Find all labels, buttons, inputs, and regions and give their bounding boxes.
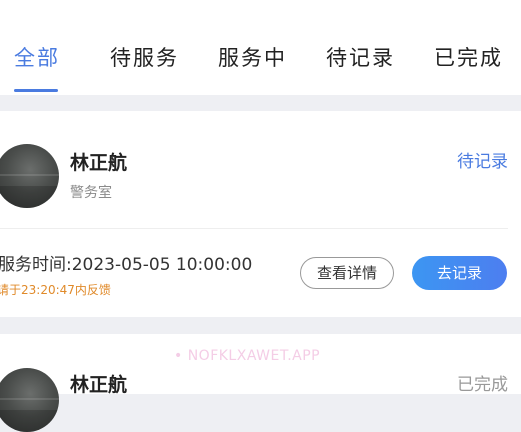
go-record-button[interactable]: 去记录: [412, 256, 507, 290]
tab-in-service[interactable]: 服务中: [218, 44, 287, 72]
card-name: 林正航: [70, 374, 128, 396]
divider: [0, 228, 508, 229]
card-department: 警务室: [70, 185, 112, 201]
card-name: 林正航: [70, 152, 128, 174]
tab-bar: 全部 待服务 服务中 待记录 已完成: [0, 0, 521, 95]
status-badge: 待记录: [457, 152, 508, 172]
tab-completed[interactable]: 已完成: [434, 44, 503, 72]
avatar: [0, 368, 59, 432]
service-card[interactable]: 林正航 警务室 待记录 服务时间:2023-05-05 10:00:00 请于2…: [0, 111, 521, 317]
tab-pending-service[interactable]: 待服务: [110, 44, 179, 72]
service-time: 服务时间:2023-05-05 10:00:00: [0, 255, 253, 275]
service-card[interactable]: 林正航 已完成: [0, 334, 521, 432]
feedback-deadline: 请于23:20:47内反馈: [0, 283, 111, 297]
tab-pending-record[interactable]: 待记录: [326, 44, 395, 72]
status-badge: 已完成: [457, 375, 508, 395]
tab-all[interactable]: 全部: [14, 44, 60, 72]
view-details-button[interactable]: 查看详情: [300, 257, 394, 289]
avatar: [0, 144, 59, 208]
active-tab-indicator: [14, 89, 58, 92]
